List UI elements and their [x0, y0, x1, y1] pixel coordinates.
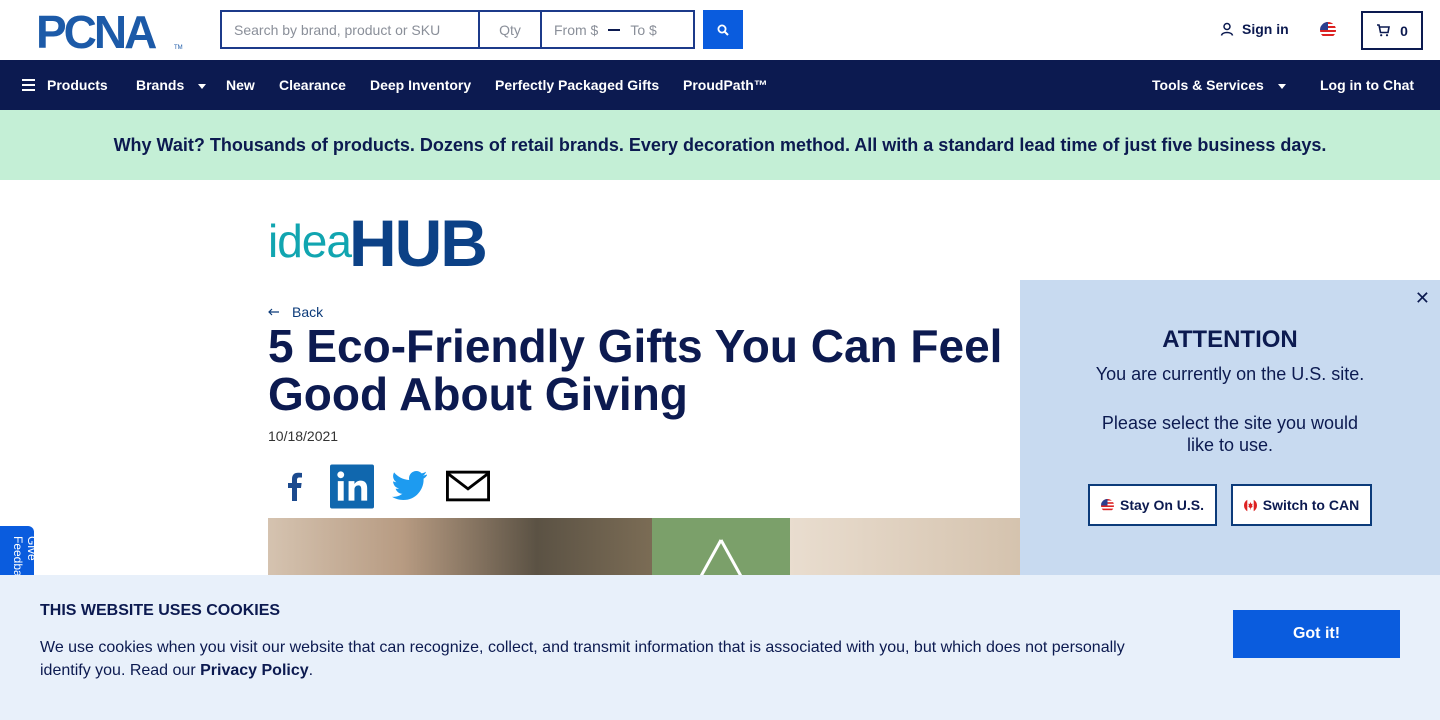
- privacy-policy-link[interactable]: Privacy Policy: [200, 662, 309, 679]
- chevron-down-icon: [1277, 83, 1286, 89]
- user-icon: [1220, 22, 1234, 36]
- nav-proudpath-label: ProudPath™: [683, 77, 768, 93]
- qty-input[interactable]: Qty: [478, 10, 540, 49]
- price-to-input[interactable]: To $: [630, 22, 656, 38]
- price-from-input[interactable]: From $: [554, 22, 598, 38]
- stay-on-us-label: Stay On U.S.: [1119, 497, 1205, 513]
- close-icon[interactable]: ✕: [1415, 288, 1430, 309]
- promo-text: Why Wait? Thousands of products. Dozens …: [113, 134, 1327, 155]
- nav-brands-label: Brands: [136, 77, 185, 93]
- attention-current-site: You are currently on the U.S. site.: [1095, 364, 1365, 384]
- search-button[interactable]: [703, 10, 743, 49]
- svg-text:PCNA: PCNA: [36, 12, 156, 50]
- nav-gifts[interactable]: Perfectly Packaged Gifts: [495, 60, 659, 110]
- nav-tools-label: Tools & Services: [1152, 77, 1264, 93]
- nav-products-label: Products: [47, 77, 108, 93]
- article-hero-image: [268, 518, 1028, 578]
- sign-in-link[interactable]: Sign in: [1220, 21, 1289, 37]
- switch-to-can-button[interactable]: Switch to CAN: [1231, 484, 1372, 526]
- recycle-icon: [698, 539, 744, 578]
- search-bar: Search by brand, product or SKU Qty From…: [220, 10, 695, 49]
- cookie-body-period: .: [308, 662, 314, 679]
- chevron-down-icon: [198, 83, 207, 89]
- email-icon: [446, 470, 490, 502]
- ideahub-logo-hub: HUB: [348, 206, 488, 280]
- canada-flag-icon: [1243, 498, 1257, 512]
- nav-new[interactable]: New: [226, 60, 255, 110]
- hero-photo-person: [268, 518, 652, 578]
- ideahub-logo-idea: idea: [268, 215, 352, 267]
- range-dash: [608, 28, 621, 31]
- cookie-body: We use cookies when you visit our websit…: [40, 636, 1150, 682]
- share-twitter[interactable]: [388, 464, 432, 508]
- menu-icon: [22, 79, 35, 91]
- share-buttons: [272, 464, 490, 508]
- cookie-accept-label: Got it!: [1292, 625, 1341, 642]
- main-nav: Products Brands New Clearance Deep Inven…: [0, 60, 1440, 110]
- arrow-left-icon: [268, 308, 279, 316]
- sign-in-label: Sign in: [1242, 21, 1289, 37]
- site-select-panel: ✕ ATTENTION You are currently on the U.S…: [1020, 280, 1440, 580]
- linkedin-icon: [330, 464, 374, 508]
- cart-count: 0: [1400, 22, 1408, 39]
- nav-new-label: New: [226, 77, 255, 93]
- nav-deep-inventory[interactable]: Deep Inventory: [370, 60, 471, 110]
- attention-instruction: Please select the site you would like to…: [1101, 413, 1359, 455]
- nav-chat[interactable]: Log in to Chat: [1320, 60, 1414, 110]
- stay-on-us-button[interactable]: Stay On U.S.: [1088, 484, 1217, 526]
- price-range: From $ To $: [540, 10, 695, 49]
- pcna-logo[interactable]: PCNA TM: [36, 6, 184, 58]
- search-input[interactable]: Search by brand, product or SKU: [220, 10, 478, 49]
- attention-heading: ATTENTION: [1162, 326, 1298, 353]
- cart-button[interactable]: 0: [1361, 11, 1423, 50]
- cookie-banner: THIS WEBSITE USES COOKIES We use cookies…: [0, 575, 1440, 720]
- nav-brands[interactable]: Brands: [136, 60, 207, 110]
- svg-text:TM: TM: [174, 45, 183, 50]
- search-icon: [717, 24, 729, 36]
- back-label: Back: [292, 304, 324, 320]
- nav-gifts-label: Perfectly Packaged Gifts: [495, 77, 660, 93]
- hero-photo-box: [790, 518, 1028, 578]
- article-date: 10/18/2021: [268, 428, 339, 444]
- nav-chat-label: Log in to Chat: [1320, 77, 1415, 93]
- nav-deep-inventory-label: Deep Inventory: [370, 77, 472, 93]
- ideahub-logo[interactable]: idea HUB: [268, 206, 488, 280]
- twitter-icon: [392, 471, 427, 500]
- hero-photo-recycle: [652, 518, 790, 578]
- nav-tools[interactable]: Tools & Services: [1152, 60, 1286, 110]
- promo-banner: Why Wait? Thousands of products. Dozens …: [0, 110, 1440, 180]
- nav-proudpath[interactable]: ProudPath™: [683, 60, 768, 110]
- us-flag-icon: [1100, 498, 1114, 512]
- nav-clearance[interactable]: Clearance: [279, 60, 346, 110]
- nav-clearance-label: Clearance: [279, 77, 346, 93]
- share-facebook[interactable]: [272, 464, 316, 508]
- us-flag-icon[interactable]: [1320, 22, 1336, 38]
- share-email[interactable]: [446, 464, 490, 508]
- back-link[interactable]: Back: [268, 304, 323, 320]
- cookie-heading: THIS WEBSITE USES COOKIES: [40, 602, 281, 619]
- share-linkedin[interactable]: [330, 464, 374, 508]
- cart-icon: [1377, 24, 1391, 37]
- facebook-icon: [288, 472, 302, 501]
- top-header: PCNA TM Search by brand, product or SKU …: [0, 0, 1440, 60]
- article-title: 5 Eco-Friendly Gifts You Can Feel Good A…: [268, 320, 1003, 420]
- cookie-accept-button[interactable]: Got it!: [1233, 610, 1400, 658]
- nav-products[interactable]: Products: [22, 60, 108, 110]
- switch-to-can-label: Switch to CAN: [1262, 497, 1360, 513]
